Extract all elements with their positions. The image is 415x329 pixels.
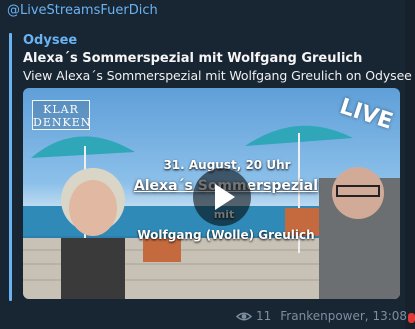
play-button[interactable] bbox=[193, 168, 251, 226]
preview-site-name: Odysee bbox=[23, 33, 78, 48]
klar-denken-logo: KLAR DENKEN bbox=[32, 100, 90, 130]
preview-description: View Alexa´s Sommerspezial mit Wolfgang … bbox=[23, 68, 412, 83]
video-thumbnail[interactable]: KLAR DENKEN LIVE 31. August, 20 Uhr Alex… bbox=[23, 88, 400, 299]
message-time: 13:08 bbox=[372, 309, 408, 323]
link-preview[interactable]: Odysee Alexa´s Sommerspezial mit Wolfgan… bbox=[9, 33, 412, 301]
preview-title: Alexa´s Sommerspezial mit Wolfgang Greul… bbox=[23, 51, 363, 66]
message-author: Frankenpower, bbox=[280, 309, 369, 323]
reaction-indicator bbox=[408, 313, 415, 323]
eye-icon bbox=[235, 311, 253, 325]
view-count: 11 bbox=[256, 309, 272, 323]
message-footer: 11 Frankenpower, 13:08 bbox=[235, 309, 408, 325]
preview-accent-bar bbox=[9, 33, 12, 301]
thumbnail-guest: Wolfgang (Wolle) Greulich bbox=[137, 228, 315, 242]
message-bubble: @LiveStreamsFuerDich Odysee Alexa´s Somm… bbox=[0, 0, 415, 329]
channel-mention-link[interactable]: @LiveStreamsFuerDich bbox=[7, 3, 158, 18]
